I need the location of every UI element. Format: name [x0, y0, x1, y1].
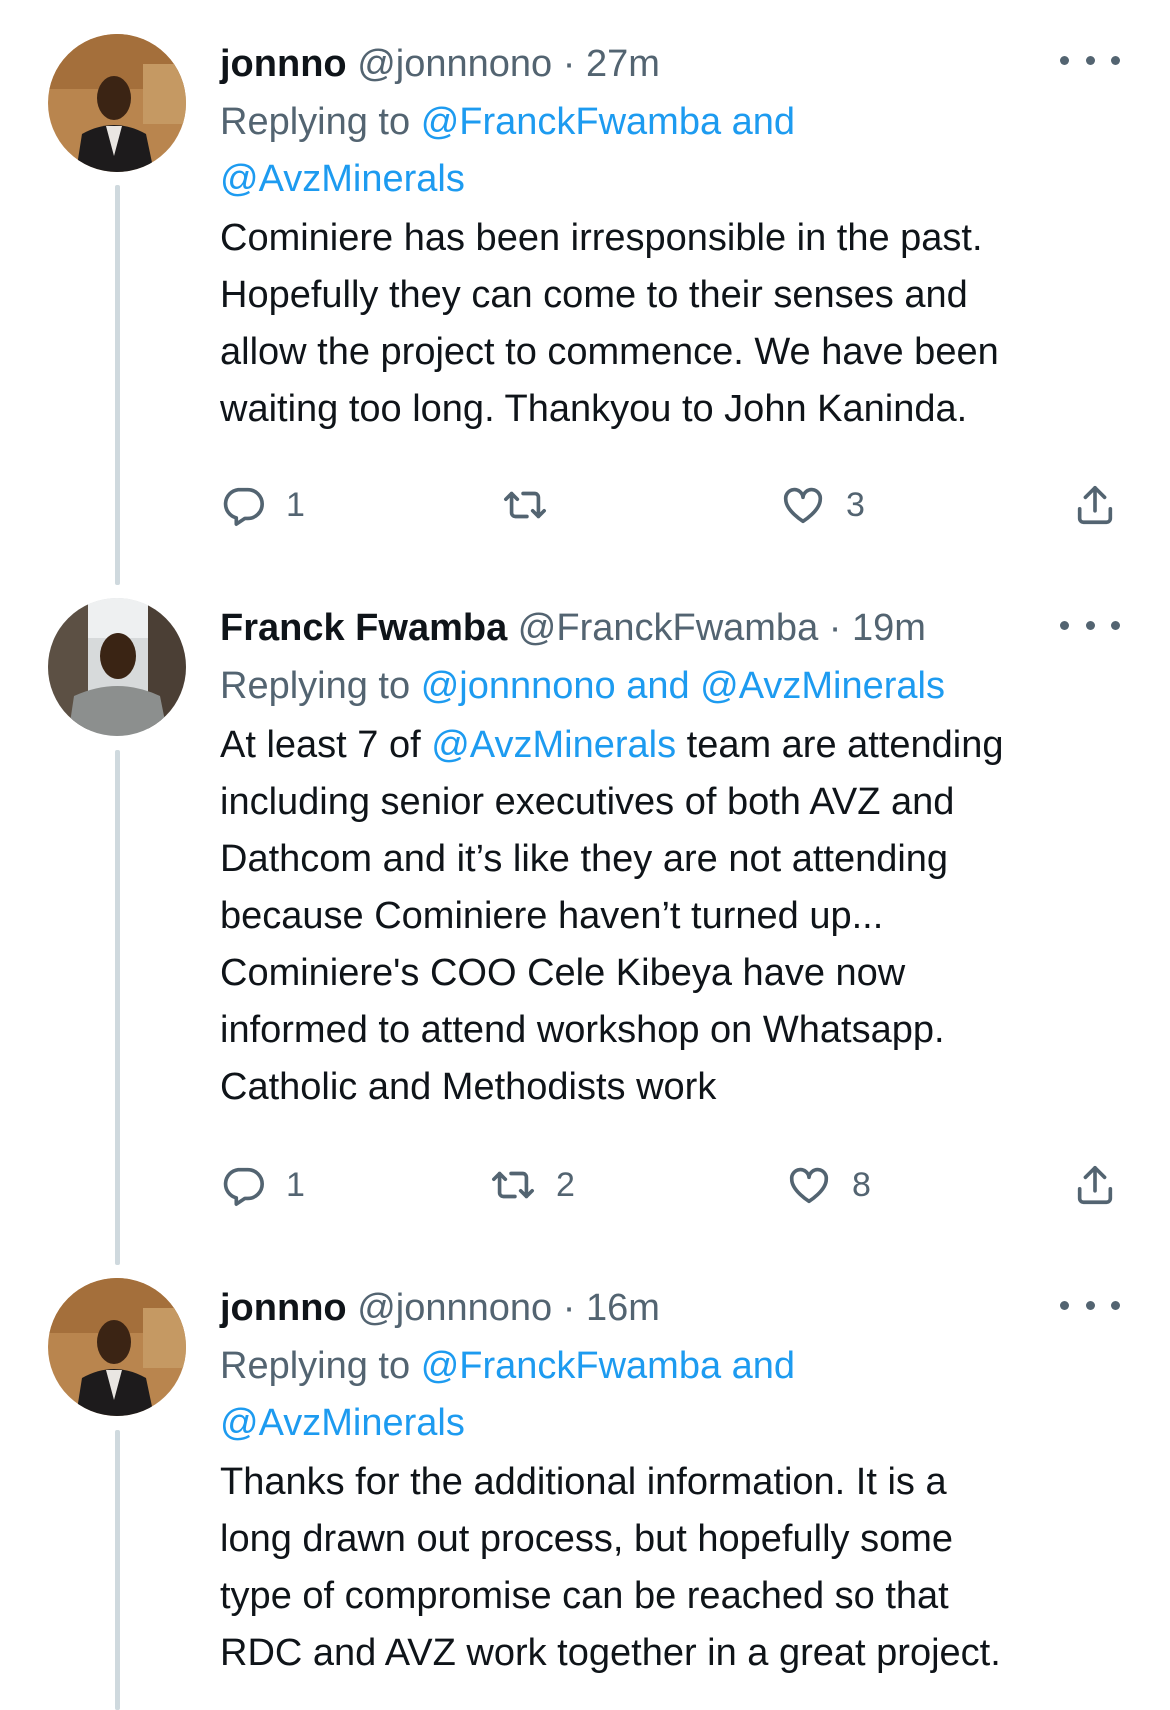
- avatar[interactable]: [48, 34, 186, 172]
- more-icon[interactable]: [1060, 45, 1120, 75]
- retweet-button[interactable]: [502, 480, 568, 530]
- thread-line: [115, 185, 120, 585]
- reply-button[interactable]: 1: [220, 1160, 305, 1210]
- replying-to: Replying to @FranckFwamba and @AvzMinera…: [220, 94, 1120, 208]
- share-button[interactable]: [1072, 1160, 1118, 1210]
- reply-icon: [223, 1167, 264, 1206]
- tweet-header: jonnno @jonnnono · 27m: [220, 38, 1120, 90]
- avatar[interactable]: [48, 598, 186, 736]
- replying-prefix: Replying to: [220, 665, 411, 707]
- avatar[interactable]: [48, 1278, 186, 1416]
- retweet-icon: [504, 491, 546, 519]
- tweet-text-line: allow the project to commence. We have b…: [220, 331, 999, 373]
- mention-link[interactable]: @jonnnono and @AvzMinerals: [421, 665, 945, 707]
- tweet-header: Franck Fwamba @FranckFwamba · 19m: [220, 602, 1120, 654]
- user-handle[interactable]: @FranckFwamba: [518, 607, 818, 649]
- like-button[interactable]: 8: [786, 1160, 871, 1210]
- tweet-text-line: informed to attend workshop on Whatsapp.: [220, 1009, 945, 1051]
- display-name[interactable]: Franck Fwamba: [220, 607, 507, 649]
- retweet-button[interactable]: 2: [490, 1160, 575, 1210]
- reply-count: 1: [286, 485, 305, 524]
- reply-button[interactable]: 1: [220, 480, 305, 530]
- display-name[interactable]: jonnno: [220, 1287, 347, 1329]
- separator: ·: [828, 607, 842, 649]
- heart-icon: [789, 1167, 829, 1204]
- tweet-text-line: including senior executives of both AVZ …: [220, 781, 955, 823]
- tweet-text-line: Dathcom and it’s like they are not atten…: [220, 838, 949, 880]
- tweet-header: jonnno @jonnnono · 16m: [220, 1282, 1120, 1334]
- tweet-text-line: Catholic and Methodists work: [220, 1066, 717, 1108]
- separator: ·: [562, 1287, 576, 1329]
- separator: ·: [562, 43, 576, 85]
- like-count: 8: [852, 1165, 871, 1204]
- tweet-text-line: long drawn out process, but hopefully so…: [220, 1518, 953, 1560]
- tweet-text-line: Hopefully they can come to their senses …: [220, 274, 968, 316]
- mention-link[interactable]: @FranckFwamba and: [421, 101, 795, 143]
- user-handle[interactable]: @jonnnono: [357, 43, 552, 85]
- mention-link[interactable]: @FranckFwamba and: [421, 1345, 795, 1387]
- thread-line: [115, 1430, 120, 1710]
- timestamp[interactable]: 27m: [586, 43, 660, 85]
- replying-to: Replying to @FranckFwamba and @AvzMinera…: [220, 1338, 1120, 1452]
- timestamp[interactable]: 16m: [586, 1287, 660, 1329]
- avatar-image: [48, 34, 186, 172]
- reply-count: 1: [286, 1165, 305, 1204]
- tweet-text-line: Cominiere's COO Cele Kibeya have now: [220, 952, 906, 994]
- mention-link[interactable]: @AvzMinerals: [220, 1402, 465, 1444]
- thread-line: [115, 750, 120, 1265]
- share-icon: [1077, 1165, 1113, 1205]
- tweet-text-line: Thanks for the additional information. I…: [220, 1461, 947, 1503]
- display-name[interactable]: jonnno: [220, 43, 347, 85]
- timestamp[interactable]: 19m: [852, 607, 926, 649]
- tweet-text-line: RDC and AVZ work together in a great pro…: [220, 1632, 1001, 1674]
- text-fragment: team are attending: [676, 724, 1004, 766]
- reply-icon: [223, 487, 264, 526]
- share-button[interactable]: [1072, 480, 1118, 530]
- action-bar: 1 3: [220, 480, 1120, 530]
- tweet-text: At least 7 of @AvzMinerals team are atte…: [220, 717, 1120, 1116]
- heart-icon: [783, 487, 823, 524]
- replying-prefix: Replying to: [220, 101, 411, 143]
- action-bar: 1 2 8: [220, 1160, 1120, 1210]
- user-handle[interactable]: @jonnnono: [357, 1287, 552, 1329]
- retweet-icon: [492, 1171, 534, 1199]
- text-fragment: At least 7 of: [220, 724, 432, 766]
- share-icon: [1077, 485, 1113, 525]
- tweet-text-line: because Cominiere haven’t turned up...: [220, 895, 884, 937]
- replying-to: Replying to @jonnnono and @AvzMinerals: [220, 658, 1120, 715]
- avatar-image: [48, 1278, 186, 1416]
- tweet-text-line: type of compromise can be reached so tha…: [220, 1575, 949, 1617]
- tweet-text-line: waiting too long. Thankyou to John Kanin…: [220, 388, 968, 430]
- like-button[interactable]: 3: [780, 480, 865, 530]
- mention-link[interactable]: @AvzMinerals: [431, 724, 676, 766]
- avatar-image: [48, 598, 186, 736]
- more-icon[interactable]: [1060, 1290, 1120, 1320]
- like-count: 3: [846, 485, 865, 524]
- mention-link[interactable]: @AvzMinerals: [220, 158, 465, 200]
- tweet-text: Thanks for the additional information. I…: [220, 1454, 1120, 1682]
- retweet-count: 2: [556, 1165, 575, 1204]
- tweet-text-line: Cominiere has been irresponsible in the …: [220, 217, 983, 259]
- more-icon[interactable]: [1060, 610, 1120, 640]
- replying-prefix: Replying to: [220, 1345, 411, 1387]
- tweet-text-line: At least 7 of @AvzMinerals team are atte…: [220, 717, 1120, 774]
- tweet-text: Cominiere has been irresponsible in the …: [220, 210, 1120, 438]
